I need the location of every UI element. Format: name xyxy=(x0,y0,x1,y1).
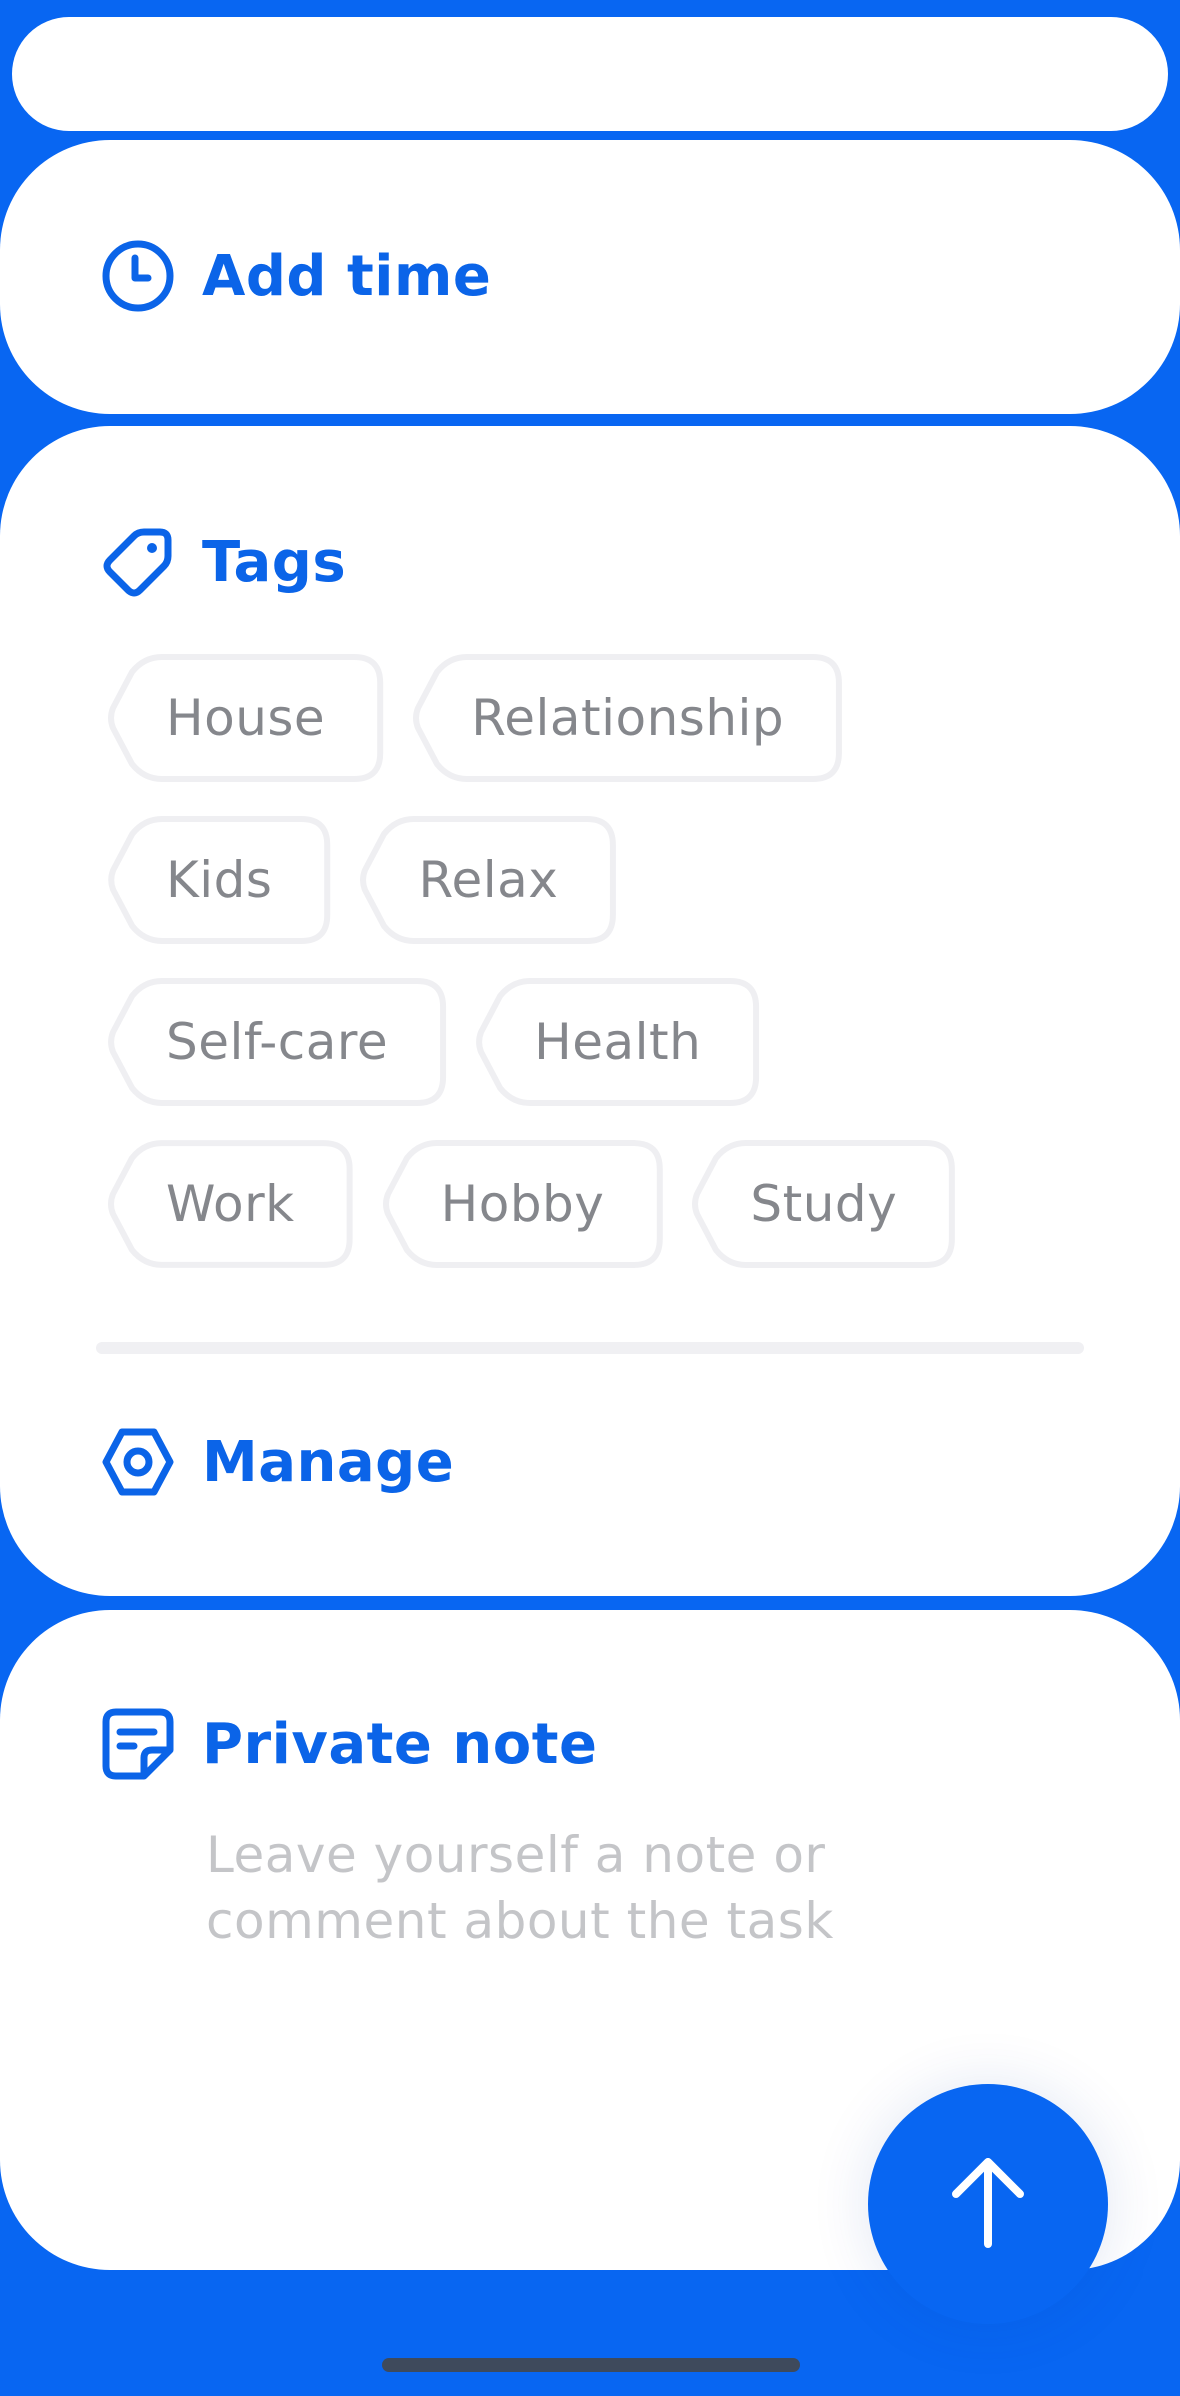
manage-label: Manage xyxy=(202,1429,455,1495)
add-time-label: Add time xyxy=(202,243,492,309)
tag-label: Study xyxy=(750,1175,898,1233)
tag-study[interactable]: Study xyxy=(690,1140,956,1268)
tag-list: House Relationship Kids Relax Self-care xyxy=(106,654,1086,1302)
tag-label: Hobby xyxy=(440,1175,605,1233)
tag-icon xyxy=(100,524,176,600)
note-placeholder: Leave yourself a note or comment about t… xyxy=(206,1826,834,1950)
manage-tags-button[interactable]: Manage xyxy=(100,1424,454,1500)
tag-row: Work Hobby Study xyxy=(106,1140,1086,1268)
tag-health[interactable]: Health xyxy=(474,978,760,1106)
private-note-header: Private note xyxy=(100,1706,597,1782)
private-note-title: Private note xyxy=(202,1711,598,1777)
tag-label: Relationship xyxy=(471,689,785,747)
arrow-up-icon xyxy=(948,2152,1028,2256)
tag-label: Self-care xyxy=(166,1013,389,1071)
tag-relax[interactable]: Relax xyxy=(358,816,617,944)
tag-label: Relax xyxy=(418,851,559,909)
tag-label: House xyxy=(166,689,326,747)
tag-row: House Relationship xyxy=(106,654,1086,782)
tag-label: Health xyxy=(534,1013,702,1071)
tag-row: Kids Relax xyxy=(106,816,1086,944)
note-input[interactable]: Leave yourself a note or comment about t… xyxy=(206,1822,946,1954)
home-indicator xyxy=(382,2358,800,2372)
tag-label: Work xyxy=(166,1175,295,1233)
tags-title: Tags xyxy=(202,529,347,595)
tag-hobby[interactable]: Hobby xyxy=(381,1140,663,1268)
tag-self-care[interactable]: Self-care xyxy=(106,978,447,1106)
tag-kids[interactable]: Kids xyxy=(106,816,331,944)
add-time-card[interactable]: Add time xyxy=(0,140,1180,414)
tag-work[interactable]: Work xyxy=(106,1140,353,1268)
tag-relationship[interactable]: Relationship xyxy=(411,654,843,782)
note-icon xyxy=(100,1706,176,1782)
submit-button[interactable] xyxy=(868,2084,1108,2324)
add-time-button[interactable]: Add time xyxy=(100,238,491,314)
divider xyxy=(96,1342,1084,1354)
tags-card: Tags House Relationship Kids Relax Self-… xyxy=(0,426,1180,1596)
tag-label: Kids xyxy=(166,851,273,909)
clock-icon xyxy=(100,238,176,314)
settings-icon xyxy=(100,1424,176,1500)
tags-header: Tags xyxy=(100,524,346,600)
tag-row: Self-care Health xyxy=(106,978,1086,1106)
tag-house[interactable]: House xyxy=(106,654,384,782)
previous-section-card xyxy=(12,17,1168,131)
